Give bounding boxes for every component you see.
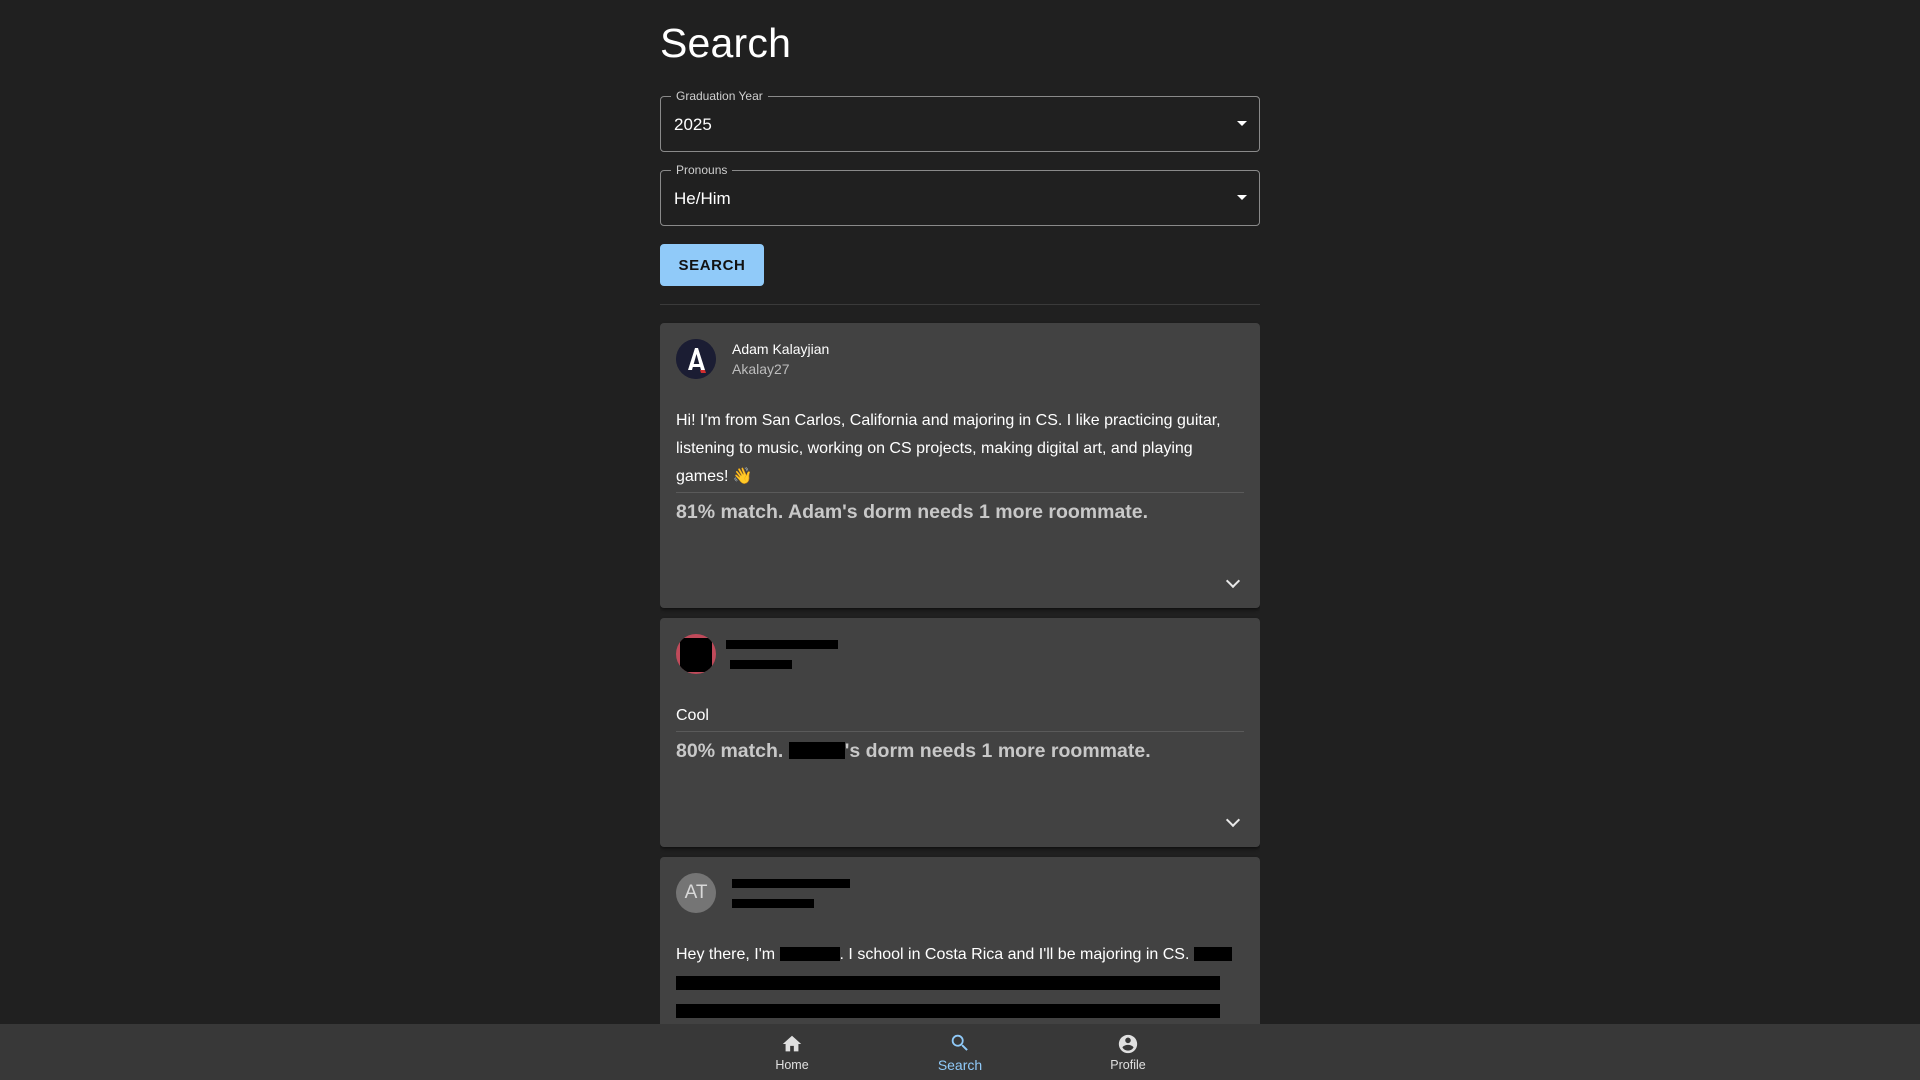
redacted-bio-line xyxy=(676,969,1244,997)
bio-mid: . I school in Costa Rica and I'll be maj… xyxy=(839,946,1190,963)
card-header: Adam Kalayjian Akalay27 xyxy=(676,338,1244,380)
nav-item-profile[interactable]: Profile xyxy=(1044,1024,1212,1080)
nav-item-search[interactable]: Search xyxy=(876,1024,1044,1080)
letter-a-logo-icon xyxy=(676,339,716,379)
bio-start: Hey there, I'm xyxy=(676,946,780,963)
result-card: Cool 80% match. 's dorm needs 1 more roo… xyxy=(660,618,1260,847)
redacted-name xyxy=(726,634,838,654)
search-page: Search Graduation Year 2025 Pronouns He/… xyxy=(660,0,1260,1024)
page-title: Search xyxy=(660,20,792,66)
result-card: Adam Kalayjian Akalay27 Hi! I'm from San… xyxy=(660,323,1260,608)
card-header xyxy=(676,633,1244,675)
avatar: AT xyxy=(676,873,716,913)
redacted-handle xyxy=(726,654,838,674)
divider xyxy=(676,731,1244,732)
graduation-year-select[interactable]: Graduation Year 2025 xyxy=(660,88,1260,152)
redacted-bio-line xyxy=(676,997,1244,1024)
redacted-block xyxy=(788,742,845,759)
home-icon xyxy=(782,1035,802,1051)
redacted-block xyxy=(732,878,850,888)
dropdown-arrow-icon xyxy=(1237,121,1247,126)
redacted-block xyxy=(676,976,1220,990)
graduation-year-value: 2025 xyxy=(674,115,712,134)
user-name: Adam Kalayjian xyxy=(732,341,830,357)
redacted-block xyxy=(726,639,838,649)
result-card: AT Hey there, I'm . I school in Costa Ri… xyxy=(660,857,1260,1024)
search-button[interactable]: SEARCH xyxy=(660,244,764,286)
nav-label-profile: Profile xyxy=(1110,1057,1146,1072)
expand-more-icon[interactable] xyxy=(1225,573,1241,589)
avatar xyxy=(676,339,716,379)
dropdown-arrow-icon xyxy=(1237,195,1247,200)
redacted-block xyxy=(779,947,840,961)
redacted-block xyxy=(680,638,712,672)
user-info: Adam Kalayjian Akalay27 xyxy=(732,339,829,379)
user-info xyxy=(732,873,850,913)
card-header: AT xyxy=(676,872,1244,914)
divider xyxy=(676,492,1244,493)
account-circle-icon xyxy=(1118,1034,1138,1053)
redacted-block xyxy=(676,1004,1220,1018)
user-bio: Hey there, I'm . I school in Costa Rica … xyxy=(676,941,1244,969)
user-bio: Hi! I'm from San Carlos, California and … xyxy=(676,412,1221,485)
match-prefix: 80% match. xyxy=(676,740,789,762)
redacted-name xyxy=(732,873,850,893)
pronouns-select[interactable]: Pronouns He/Him xyxy=(660,162,1260,226)
bottom-navigation: Home Search Profile xyxy=(0,1024,1920,1080)
redacted-handle xyxy=(732,893,850,913)
match-suffix: 's dorm needs 1 more roommate. xyxy=(844,740,1151,762)
divider xyxy=(660,304,1260,305)
redacted-block xyxy=(732,898,814,908)
redacted-block xyxy=(1193,947,1232,961)
match-summary: 81% match. Adam's dorm needs 1 more room… xyxy=(676,501,1149,523)
user-bio: Cool xyxy=(676,707,709,724)
avatar xyxy=(676,634,716,674)
user-info xyxy=(726,634,838,674)
user-handle: Akalay27 xyxy=(732,361,790,377)
nav-item-home[interactable]: Home xyxy=(708,1024,876,1080)
nav-label-home: Home xyxy=(775,1057,809,1072)
pronouns-value: He/Him xyxy=(674,189,731,208)
redacted-block xyxy=(730,659,792,669)
match-summary: 80% match. 's dorm needs 1 more roommate… xyxy=(676,738,1244,764)
search-icon xyxy=(951,1034,968,1051)
nav-label-search: Search xyxy=(937,1056,983,1073)
expand-more-icon[interactable] xyxy=(1225,812,1241,828)
